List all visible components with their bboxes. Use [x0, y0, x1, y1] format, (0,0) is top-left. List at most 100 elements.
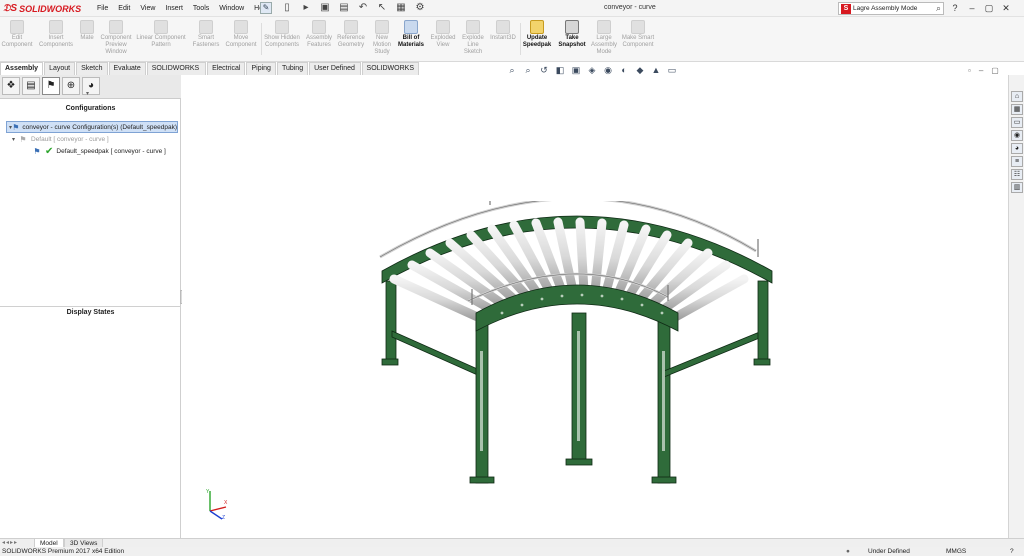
exploded-view-button[interactable]: Exploded View: [428, 20, 458, 49]
bottom-tabs-bar: ◂◂▸▸ Model 3D Views: [0, 538, 1024, 549]
property-manager-tab-icon[interactable]: ▤: [22, 77, 40, 95]
tree-root-label: conveyor - curve Configuration(s) (Defau…: [22, 123, 177, 131]
tab-piping[interactable]: Piping: [246, 62, 276, 75]
insert-components-icon: [49, 20, 63, 34]
reference-geometry-button[interactable]: Reference Geometry: [336, 20, 366, 49]
custom-properties-icon[interactable]: ≡: [1011, 156, 1023, 167]
open-icon[interactable]: ▸: [299, 2, 313, 14]
bill-of-materials-icon: [404, 20, 418, 34]
configuration-manager-tab-icon[interactable]: ⚑: [42, 77, 60, 95]
task-pane-strip: ⌂ ▦ ▭ ◉ ◕ ≡ ☷ ▥: [1008, 75, 1024, 538]
select-icon[interactable]: ↖: [375, 2, 389, 14]
assembly-features-icon: [312, 20, 326, 34]
tab-sketch[interactable]: Sketch: [76, 62, 108, 75]
update-speedpak-button[interactable]: Update Speedpak: [522, 20, 552, 49]
tab-evaluate[interactable]: Evaluate: [108, 62, 146, 75]
rebuild-status-icon[interactable]: ●: [846, 547, 850, 556]
dimxpert-manager-tab-icon[interactable]: ⊕: [62, 77, 80, 95]
mate-button[interactable]: Mate: [78, 20, 96, 42]
menu-insert[interactable]: Insert: [160, 3, 188, 14]
new-document-icon[interactable]: ▯: [280, 2, 294, 14]
manager-tabs: ❖ ▤ ⚑ ⊕ ◕ ▾: [0, 75, 181, 99]
show-hidden-components-button[interactable]: Show Hidden Components: [264, 20, 300, 49]
search-icon[interactable]: ⌕: [936, 3, 943, 14]
insert-components-button[interactable]: Insert Components: [36, 20, 76, 49]
save-icon[interactable]: ▣: [318, 2, 332, 14]
explode-line-sketch-button[interactable]: Explode Line Sketch: [460, 20, 486, 56]
menu-edit[interactable]: Edit: [113, 3, 135, 14]
feature-manager-tab-icon[interactable]: ❖: [2, 77, 20, 95]
tab-mbd[interactable]: SOLIDWORKS MBD: [361, 62, 419, 84]
tree-node-default[interactable]: ▾ ⚑ Default [ conveyor - curve ]: [6, 133, 178, 145]
speedpak-icon: [530, 20, 544, 34]
tab-user-defined-route[interactable]: User Defined Route: [309, 62, 361, 84]
tab-assembly[interactable]: Assembly: [0, 62, 44, 75]
menu-file[interactable]: File: [92, 3, 113, 14]
edit-component-button[interactable]: Edit Component: [0, 20, 34, 49]
solidworks-forum-icon[interactable]: ☷: [1011, 169, 1023, 180]
help-icon[interactable]: ?: [950, 2, 960, 15]
close-icon[interactable]: ✕: [1001, 2, 1011, 15]
search-box[interactable]: S Lagre Assembly Mode ⌕: [838, 2, 944, 15]
definition-status: Under Defined: [868, 548, 910, 555]
linear-component-pattern-button[interactable]: Linear Component Pattern: [136, 20, 186, 49]
edit-component-icon: [10, 20, 24, 34]
viewport-controls: ▫ – ▢: [968, 66, 999, 75]
smart-component-icon: [631, 20, 645, 34]
display-states-heading: Display States: [66, 309, 115, 316]
appearances-icon[interactable]: ◕: [1011, 143, 1023, 154]
tree-node-default-speedpak[interactable]: ⚑ ✔ Default_speedpak [ conveyor - curve …: [6, 145, 178, 157]
rebuild-icon[interactable]: ▦: [394, 2, 408, 14]
instant3d-icon: [496, 20, 510, 34]
graphics-area[interactable]: Y X Z: [182, 75, 1008, 538]
menu-tools[interactable]: Tools: [188, 3, 214, 14]
unit-system[interactable]: MMGS: [946, 547, 966, 556]
tab-tubing[interactable]: Tubing: [276, 62, 309, 75]
restore-icon[interactable]: ▢: [984, 2, 994, 15]
expand-panel-icon[interactable]: ▾: [86, 90, 89, 97]
assembly-features-button[interactable]: Assembly Features: [304, 20, 334, 49]
instant3d-button[interactable]: Instant3D: [488, 20, 518, 42]
new-motion-study-button[interactable]: New Motion Study: [368, 20, 396, 56]
tab-addins[interactable]: SOLIDWORKS Add-Ins: [146, 62, 207, 84]
conveyor-legs: [381, 280, 771, 484]
help-status-icon[interactable]: ?: [1010, 547, 1014, 556]
file-explorer-icon[interactable]: ▭: [1011, 117, 1023, 128]
solidworks-resources-icon[interactable]: ⌂: [1011, 91, 1023, 102]
design-library-icon[interactable]: ▦: [1011, 104, 1023, 115]
status-bar: SOLIDWORKS Premium 2017 x64 Edition ● Un…: [0, 547, 1024, 556]
reference-triad-icon: Y X Z: [206, 489, 228, 521]
bill-of-materials-button[interactable]: Bill of Materials: [396, 20, 426, 49]
tab-layout[interactable]: Layout: [44, 62, 76, 75]
viewport-restore-icon[interactable]: ▢: [991, 66, 999, 75]
menu-window[interactable]: Window: [214, 3, 249, 14]
take-snapshot-button[interactable]: Take Snapshot: [556, 20, 588, 49]
show-hidden-icon: [275, 20, 289, 34]
tab-electrical[interactable]: Electrical: [207, 62, 246, 75]
menu-view[interactable]: View: [135, 3, 160, 14]
panel-divider[interactable]: [0, 306, 181, 307]
3d-content-central-icon[interactable]: ▥: [1011, 182, 1023, 193]
print-icon[interactable]: ▤: [337, 2, 351, 14]
options-icon[interactable]: ⚙: [413, 2, 427, 14]
component-preview-window-button[interactable]: Component Preview Window: [98, 20, 134, 56]
ribbon-separator: [520, 23, 521, 55]
pin-menu-icon[interactable]: ✎: [260, 2, 272, 14]
view-palette-icon[interactable]: ◉: [1011, 130, 1023, 141]
menu-bar: File Edit View Insert Tools Window Help: [92, 3, 274, 14]
solidworks-search-icon: S: [841, 3, 851, 14]
display-manager-tab-icon[interactable]: ◕: [82, 77, 100, 95]
tree-root-configurations[interactable]: ▾ ⚑ conveyor - curve Configuration(s) (D…: [6, 121, 178, 133]
tab-scroll-arrows-icon[interactable]: ◂◂▸▸: [2, 539, 18, 546]
viewport-minimize-icon[interactable]: –: [979, 66, 983, 75]
smart-fasteners-button[interactable]: Smart Fasteners: [190, 20, 222, 49]
search-input[interactable]: Lagre Assembly Mode: [853, 5, 936, 12]
solidworks-logo[interactable]: 𝔇S SOLIDWORKS: [3, 2, 81, 15]
conveyor-curve-model[interactable]: [372, 201, 792, 501]
large-assembly-mode-button[interactable]: Large Assembly Mode: [590, 20, 618, 56]
viewport-split-icon[interactable]: ▫: [968, 66, 971, 75]
minimize-icon[interactable]: –: [967, 2, 977, 15]
move-component-button[interactable]: Move Component: [224, 20, 258, 49]
undo-icon[interactable]: ↶: [356, 2, 370, 14]
make-smart-component-button[interactable]: Make Smart Component: [620, 20, 656, 49]
